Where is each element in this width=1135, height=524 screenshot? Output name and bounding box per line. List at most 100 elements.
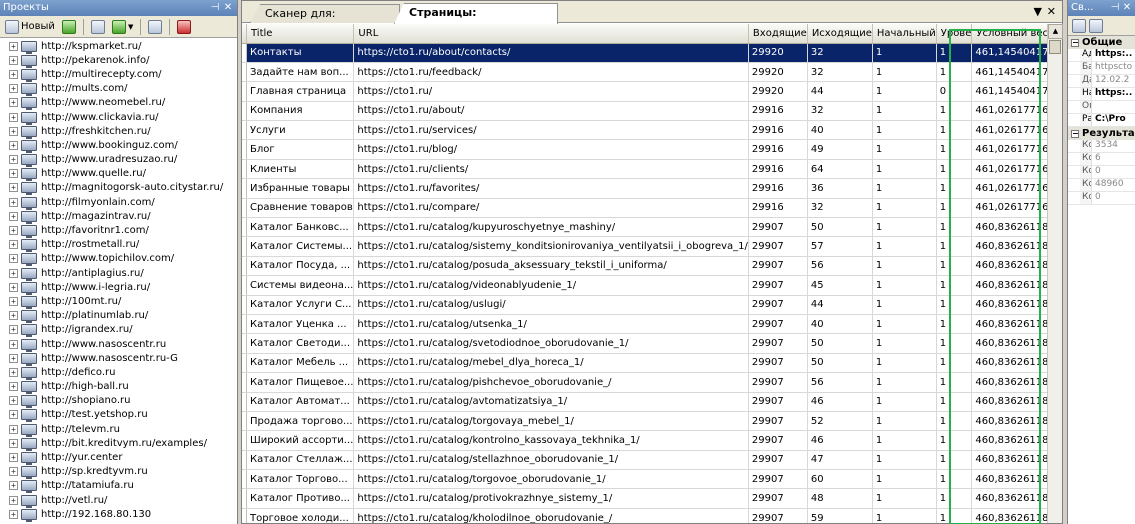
column-header-weight[interactable]: Условный вес 0 — [971, 24, 1048, 44]
table-row[interactable]: Каталог Мебель ... https://cto1.ru/catalo… — [242, 353, 1048, 374]
project-tree-item[interactable]: + http://www.neomebel.ru/ — [0, 96, 237, 111]
scroll-up-icon[interactable]: ▲ — [1048, 24, 1063, 39]
expand-icon[interactable]: + — [9, 126, 18, 136]
column-header-incoming[interactable]: Входящие — [748, 24, 808, 44]
expand-icon[interactable]: + — [9, 84, 18, 94]
expand-icon[interactable]: + — [9, 467, 18, 477]
project-tree-item[interactable]: + http://kspmarket.ru/ — [0, 39, 237, 54]
categorized-view-icon[interactable] — [1072, 18, 1086, 33]
expand-icon[interactable]: + — [9, 382, 18, 392]
expand-icon[interactable]: + — [9, 396, 18, 406]
table-row[interactable]: Каталог Услуги С... https://cto1.ru/catal… — [242, 295, 1048, 315]
project-tree-item[interactable]: + http://freshkitchen.ru/ — [0, 124, 237, 139]
close-tab-icon[interactable]: ✕ — [1047, 5, 1056, 18]
expand-icon[interactable]: + — [9, 481, 18, 491]
project-tree-item[interactable]: + http://www.nasoscentr.ru-G — [0, 351, 237, 366]
table-row[interactable]: Каталог Посуда, ... https://cto1.ru/catal… — [242, 256, 1048, 277]
expand-icon[interactable]: + — [9, 197, 18, 207]
project-tree-item[interactable]: + http://televm.ru — [0, 422, 237, 437]
expand-icon[interactable]: + — [9, 55, 18, 65]
project-tree-item[interactable]: + http://filmyonlain.com/ — [0, 195, 237, 210]
table-row[interactable]: Каталог Системы... https://cto1.ru/catalo… — [242, 236, 1048, 257]
property-category[interactable]: − Общие — [1068, 36, 1135, 49]
collapse-icon[interactable]: − — [1071, 38, 1079, 47]
expand-icon[interactable]: + — [9, 367, 18, 377]
expand-icon[interactable]: + — [9, 254, 18, 264]
sort-alphabetical-icon[interactable] — [1089, 18, 1103, 33]
add-button[interactable]: ▼ — [110, 18, 135, 36]
project-tree-item[interactable]: + http://magazintrav.ru/ — [0, 209, 237, 224]
property-row[interactable]: Ко0 — [1068, 192, 1135, 205]
project-tree-item[interactable]: + http://www.clickavia.ru/ — [0, 110, 237, 125]
project-tree-item[interactable]: + http://defico.ru — [0, 365, 237, 380]
project-tree-item[interactable]: + http://pekarenok.info/ — [0, 53, 237, 68]
table-row[interactable]: Торговое холоди... https://cto1.ru/catalo… — [242, 508, 1048, 523]
project-tree-item[interactable]: + http://multirecepty.com/ — [0, 67, 237, 82]
table-row[interactable]: Клиенты https://cto1.ru/clients/29916 64 1 1… — [242, 159, 1048, 180]
expand-icon[interactable]: + — [9, 282, 18, 292]
project-tree-item[interactable]: + http://192.168.80.130 — [0, 507, 237, 522]
close-icon[interactable]: ✕ — [222, 0, 234, 16]
refresh-button[interactable] — [60, 18, 78, 36]
property-row[interactable]: Адhttps:.. — [1068, 49, 1135, 62]
project-tree-item[interactable]: + http://tatamiufa.ru — [0, 479, 237, 494]
expand-icon[interactable]: + — [9, 353, 18, 363]
property-category[interactable]: − Результа — [1068, 127, 1135, 140]
project-tree-item[interactable]: + http://mults.com/ — [0, 82, 237, 97]
expand-icon[interactable]: + — [9, 169, 18, 179]
project-tree-item[interactable]: + http://www.uradresuzao.ru/ — [0, 153, 237, 168]
project-tree-item[interactable]: + http://www.nasoscentr.ru — [0, 337, 237, 352]
expand-icon[interactable]: + — [9, 98, 18, 108]
project-tree-item[interactable]: + http://100mt.ru/ — [0, 294, 237, 309]
tab-list-icon[interactable]: ▼ — [1034, 5, 1042, 18]
expand-icon[interactable]: + — [9, 509, 18, 519]
table-row[interactable]: Каталог Автомат... https://cto1.ru/catalo… — [242, 392, 1048, 412]
project-tree-item[interactable]: + http://magnitogorsk-auto.citystar.ru/ — [0, 181, 237, 196]
pin-icon[interactable]: ⊣ — [1109, 0, 1121, 16]
delete-button[interactable] — [175, 18, 193, 36]
column-header-initial[interactable]: Начальный — [872, 24, 937, 44]
copy-button[interactable] — [89, 18, 107, 36]
project-tree-item[interactable]: + http://platinumlab.ru/ — [0, 309, 237, 324]
column-header-url[interactable]: URL — [353, 24, 749, 44]
property-row[interactable]: Ко6 — [1068, 153, 1135, 166]
project-tree-item[interactable]: + http://favoritnr1.com/ — [0, 223, 237, 239]
property-row[interactable]: Да12.02.2 — [1068, 75, 1135, 88]
expand-icon[interactable]: + — [9, 453, 18, 463]
project-tree-item[interactable]: + http://high-ball.ru — [0, 380, 237, 395]
expand-icon[interactable]: + — [9, 339, 18, 349]
property-row[interactable]: Оп — [1068, 101, 1135, 114]
property-row[interactable]: Наhttps:.. — [1068, 88, 1135, 101]
table-row[interactable]: Компания https://cto1.ru/about/29916 32 1 1 4… — [242, 101, 1048, 122]
expand-icon[interactable]: + — [9, 296, 18, 306]
property-row[interactable]: Ко0 — [1068, 166, 1135, 179]
collapse-icon[interactable]: − — [1071, 129, 1079, 138]
scroll-thumb[interactable] — [1049, 40, 1061, 54]
project-tree-item[interactable]: + http://bit.kreditvym.ru/examples/ — [0, 436, 237, 451]
expand-icon[interactable]: + — [9, 211, 18, 221]
expand-icon[interactable]: + — [9, 140, 18, 150]
table-row[interactable]: Широкий ассорти... https://cto1.ru/catalo… — [242, 430, 1048, 451]
expand-icon[interactable]: + — [9, 495, 18, 505]
project-tree-item[interactable]: + http://www.bookinguz.com/ — [0, 138, 237, 153]
property-row[interactable]: Баhttpscto — [1068, 62, 1135, 75]
column-header-title[interactable]: Title — [246, 24, 355, 44]
table-row[interactable]: Контакты https://cto1.ru/about/contacts/2… — [242, 43, 1048, 63]
settings-button[interactable] — [146, 18, 164, 36]
column-header-level[interactable]: Урове — [936, 24, 973, 44]
pin-icon[interactable]: ⊣ — [209, 0, 221, 16]
property-row[interactable]: Ко3534 — [1068, 140, 1135, 153]
tab-pages[interactable]: Страницы: https://cto1.ru — [394, 3, 558, 24]
table-row[interactable]: Каталог Торгово... https://cto1.ru/catalo… — [242, 469, 1048, 490]
expand-icon[interactable]: + — [9, 155, 18, 165]
project-tree-item[interactable]: + http://www.quelle.ru/ — [0, 167, 237, 182]
table-row[interactable]: Услуги https://cto1.ru/services/29916 40 1 1… — [242, 120, 1048, 141]
property-row[interactable]: Ра C:\Pro — [1068, 114, 1135, 127]
table-row[interactable]: Главная страница https://cto1.ru/29920 44 1… — [242, 81, 1048, 102]
new-project-button[interactable]: Новый — [3, 18, 57, 36]
expand-icon[interactable]: + — [9, 410, 18, 420]
chevron-down-icon[interactable]: ▼ — [128, 23, 133, 31]
project-tree-item[interactable]: + http://igrandex.ru/ — [0, 323, 237, 338]
project-tree-item[interactable]: + http://rostmetall.ru/ — [0, 238, 237, 253]
table-row[interactable]: Задайте нам воп... https://cto1.ru/feedba… — [242, 62, 1048, 83]
